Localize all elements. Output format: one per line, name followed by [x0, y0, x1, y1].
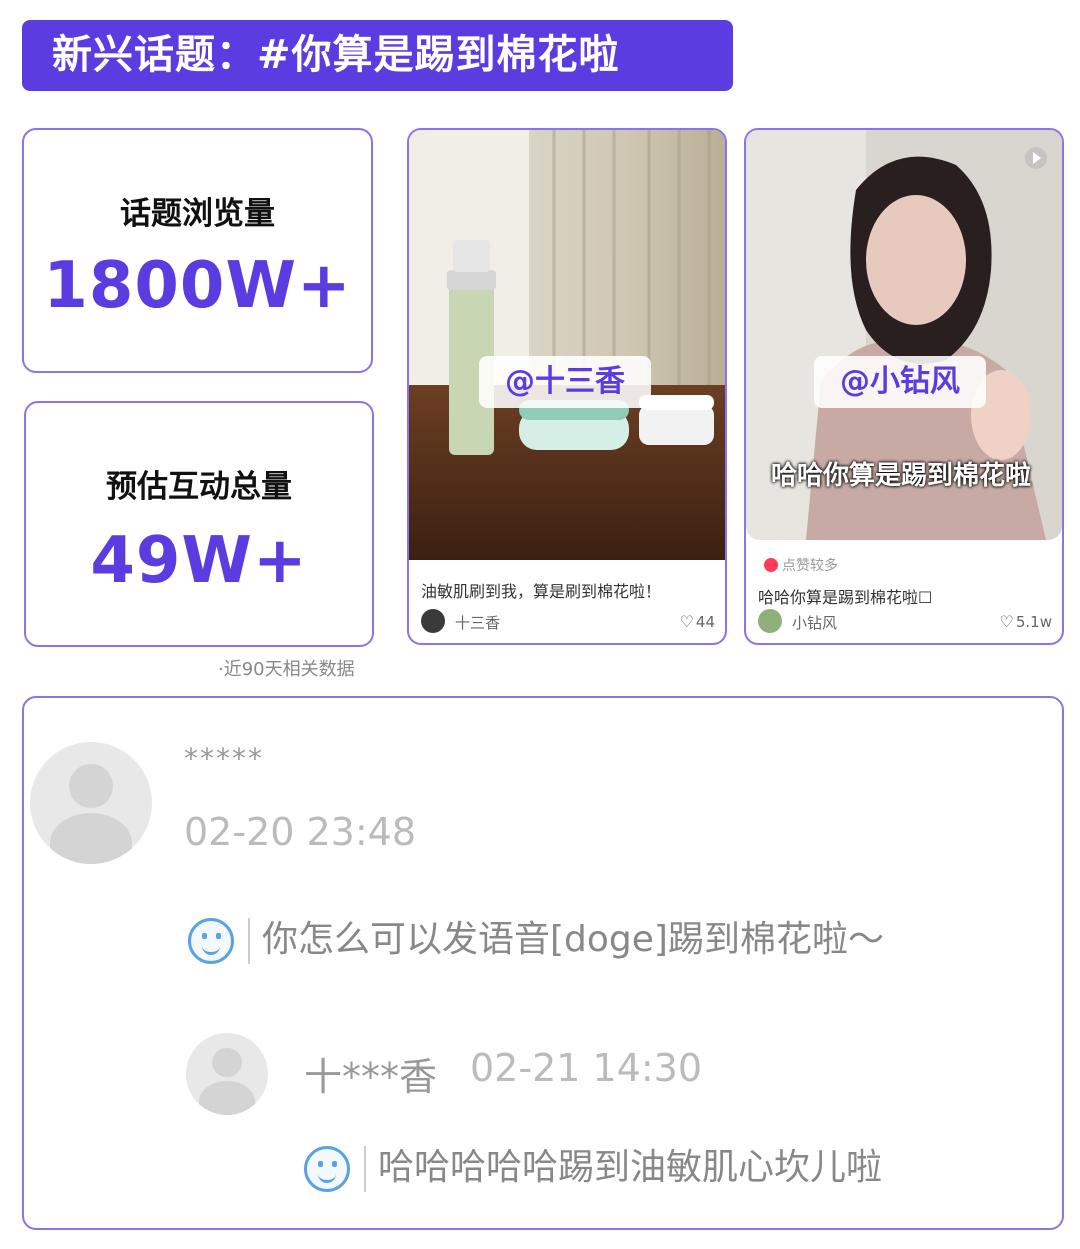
topic-title: 新兴话题：#你算是踢到棉花啦	[52, 32, 620, 78]
divider	[248, 918, 250, 964]
stat-label: 话题浏览量	[120, 196, 275, 232]
smile-emoji-icon	[304, 1146, 350, 1192]
post-card[interactable]: @十三香 油敏肌刷到我，算是刷到棉花啦！ 十三香 ♡ 44	[407, 128, 727, 645]
avatar-placeholder-icon[interactable]	[30, 742, 152, 864]
hot-badge-icon	[764, 558, 778, 572]
author-tag: @小钻风	[814, 356, 986, 408]
heart-icon: ♡	[679, 612, 694, 631]
topic-title-banner: 新兴话题：#你算是踢到棉花啦	[22, 20, 733, 91]
comment-body: 你怎么可以发语音[doge]踢到棉花啦～	[188, 910, 884, 964]
heart-icon: ♡	[999, 612, 1014, 631]
stat-value: 49W+	[90, 524, 308, 598]
author-name[interactable]: 小钻风	[792, 612, 837, 633]
hot-badge-label: 点赞较多	[782, 558, 838, 574]
avatar-placeholder-icon[interactable]	[186, 1033, 268, 1115]
reply-text: 哈哈哈哈哈踢到油敏肌心坎儿啦	[378, 1147, 883, 1188]
author-name[interactable]: 十三香	[455, 612, 500, 633]
comment-time: 02-20 23:48	[184, 810, 417, 854]
comment-thread: ***** 02-20 23:48 你怎么可以发语音[doge]踢到棉花啦～ 十…	[22, 696, 1064, 1230]
reply-time: 02-21 14:30	[470, 1046, 703, 1090]
like-count-value: 44	[695, 613, 715, 631]
like-count[interactable]: ♡ 44	[680, 612, 715, 631]
smile-emoji-icon	[188, 918, 234, 964]
reply-username[interactable]: 十***香	[304, 1046, 437, 1101]
like-count-value: 5.1w	[1015, 613, 1052, 631]
divider	[364, 1146, 366, 1192]
stat-card-interactions: 预估互动总量 49W+	[24, 401, 374, 647]
stat-value: 1800W+	[43, 249, 352, 323]
hot-badge: 点赞较多	[764, 555, 838, 575]
post-description: 油敏肌刷到我，算是刷到棉花啦！	[421, 582, 662, 601]
stat-card-views: 话题浏览量 1800W+	[22, 128, 373, 373]
author-avatar[interactable]	[421, 609, 445, 633]
comment-text: 你怎么可以发语音[doge]踢到棉花啦～	[262, 919, 884, 960]
author-avatar[interactable]	[758, 609, 782, 633]
video-caption: 哈哈你算是踢到棉花啦	[771, 461, 1032, 491]
post-meta: 十三香 ♡ 44	[421, 609, 715, 635]
post-card[interactable]: @小钻风 哈哈你算是踢到棉花啦 点赞较多 哈哈你算是踢到棉花啦☐ 小钻风 ♡ 5.…	[744, 128, 1064, 645]
post-description: 哈哈你算是踢到棉花啦☐	[758, 588, 933, 607]
author-tag: @十三香	[479, 356, 651, 408]
post-meta: 小钻风 ♡ 5.1w	[758, 609, 1052, 635]
comment-username[interactable]: *****	[184, 742, 264, 775]
reply-body: 哈哈哈哈哈踢到油敏肌心坎儿啦	[304, 1138, 882, 1192]
like-count[interactable]: ♡ 5.1w	[1000, 612, 1052, 631]
post-photo	[409, 130, 725, 560]
stat-label: 预估互动总量	[106, 469, 292, 505]
data-period-note: ·近90天相关数据	[218, 659, 355, 680]
